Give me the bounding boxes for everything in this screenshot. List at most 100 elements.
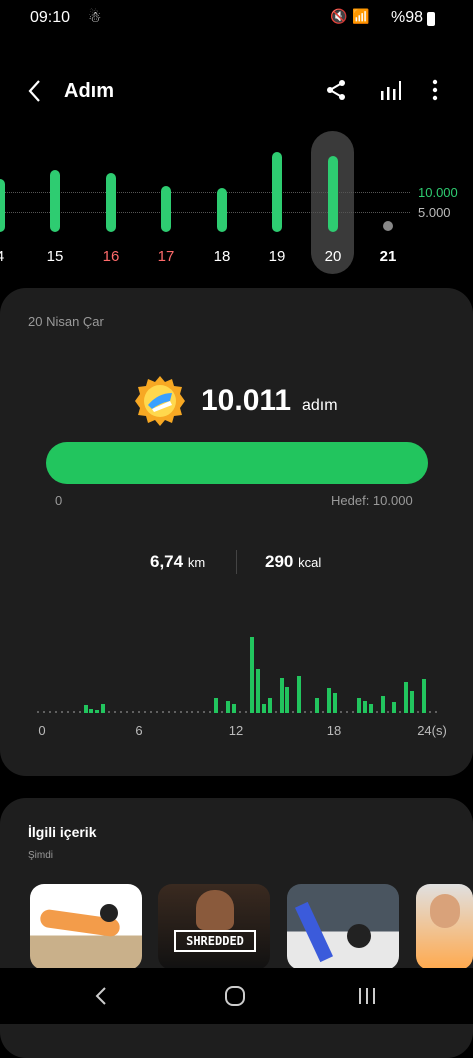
day-step-bar[interactable] xyxy=(106,173,116,232)
hour-empty-dot xyxy=(322,711,324,713)
hour-axis-label: 24(s) xyxy=(417,723,447,738)
day-step-bar[interactable] xyxy=(328,156,338,232)
athlete-figure xyxy=(196,890,234,930)
hour-empty-dot xyxy=(352,711,354,713)
battery-percent: %98 xyxy=(390,9,423,26)
distance-unit: km xyxy=(187,555,206,570)
hour-empty-dot xyxy=(186,711,188,713)
day-label[interactable]: 20 xyxy=(313,248,353,265)
hour-step-bar xyxy=(369,704,373,713)
hour-step-bar xyxy=(101,704,105,713)
distance-stat: 6,74 km xyxy=(150,552,205,572)
day-label[interactable]: 15 xyxy=(35,248,75,265)
hour-step-bar xyxy=(363,701,367,713)
yoga-workout-thumbnail[interactable] xyxy=(287,884,399,970)
day-step-bar[interactable] xyxy=(50,170,60,232)
hour-empty-dot xyxy=(310,711,312,713)
hour-step-bar xyxy=(333,693,337,713)
hour-step-bar xyxy=(268,698,272,713)
hour-step-bar xyxy=(297,676,301,713)
hour-empty-dot xyxy=(43,711,45,713)
hour-empty-dot xyxy=(292,711,294,713)
nav-recents-icon[interactable] xyxy=(357,987,377,1005)
stat-divider xyxy=(236,550,237,574)
distance-value: 6,74 xyxy=(150,552,184,571)
hour-empty-dot xyxy=(37,711,39,713)
day-label[interactable]: 21 xyxy=(368,248,408,265)
hour-empty-dot xyxy=(417,711,419,713)
status-time: 09:10 xyxy=(30,9,71,26)
day-label[interactable]: 4 xyxy=(0,248,20,265)
hour-step-bar xyxy=(422,679,426,713)
hour-empty-dot xyxy=(114,711,116,713)
status-bar: 09:10 ☃ 🔇 📶 %98 xyxy=(0,0,473,36)
day-label[interactable]: 19 xyxy=(257,248,297,265)
mute-icon: 🔇 xyxy=(330,8,348,24)
hour-empty-dot xyxy=(346,711,348,713)
hour-empty-dot xyxy=(126,711,128,713)
related-subtitle: Şimdi xyxy=(28,850,54,861)
shredded-workout-thumbnail[interactable]: SHREDDED xyxy=(158,884,270,970)
hour-empty-dot xyxy=(55,711,57,713)
goal-line-10000 xyxy=(0,192,410,193)
goal-badge-icon xyxy=(135,376,185,426)
day-step-bar[interactable] xyxy=(0,179,5,232)
plank-workout-thumbnail[interactable] xyxy=(30,884,142,970)
nav-home-icon[interactable] xyxy=(224,985,246,1007)
hour-empty-dot xyxy=(221,711,223,713)
hour-step-bar xyxy=(84,705,88,713)
shredded-label: SHREDDED xyxy=(174,930,256,952)
plank-head xyxy=(100,904,118,922)
hour-step-bar xyxy=(214,698,218,713)
nav-back-icon[interactable] xyxy=(94,987,108,1005)
progress-fill xyxy=(46,442,428,484)
more-options-icon[interactable] xyxy=(431,79,439,101)
hour-empty-dot xyxy=(275,711,277,713)
hour-step-bar xyxy=(357,698,361,713)
day-label[interactable]: 17 xyxy=(146,248,186,265)
hour-step-bar xyxy=(89,709,93,713)
trainer-face xyxy=(430,894,460,928)
hour-step-bar xyxy=(256,669,260,713)
hour-empty-dot xyxy=(387,711,389,713)
progress-target-label: Hedef: 10.000 xyxy=(331,493,413,508)
hour-empty-dot xyxy=(156,711,158,713)
hour-empty-dot xyxy=(162,711,164,713)
steps-unit: adım xyxy=(302,397,338,414)
day-label[interactable]: 18 xyxy=(202,248,242,265)
calories-value: 290 xyxy=(265,552,294,571)
hour-step-bar xyxy=(285,687,289,713)
day-step-bar[interactable] xyxy=(161,186,171,232)
hour-axis-label: 6 xyxy=(135,723,143,738)
hour-step-bar xyxy=(392,702,396,713)
hour-empty-dot xyxy=(203,711,205,713)
hour-empty-dot xyxy=(67,711,69,713)
wifi-icon: 📶 xyxy=(352,8,370,24)
hour-empty-dot xyxy=(340,711,342,713)
back-arrow-icon[interactable] xyxy=(26,79,44,103)
notification-icon: ☃ xyxy=(88,9,102,26)
hour-empty-dot xyxy=(174,711,176,713)
day-step-bar[interactable] xyxy=(272,152,282,232)
hour-empty-dot xyxy=(61,711,63,713)
day-label[interactable]: 16 xyxy=(91,248,131,265)
hour-empty-dot xyxy=(49,711,51,713)
hour-empty-dot xyxy=(138,711,140,713)
goal-line-5000 xyxy=(0,212,410,213)
yoga-figure-body xyxy=(347,924,371,948)
hour-empty-dot xyxy=(209,711,211,713)
goal-label-5000: 5.000 xyxy=(418,205,451,220)
hour-empty-dot xyxy=(150,711,152,713)
hour-empty-dot xyxy=(191,711,193,713)
hour-empty-dot xyxy=(120,711,122,713)
hour-step-bar xyxy=(250,637,254,713)
hour-step-bar xyxy=(280,678,284,713)
share-icon[interactable] xyxy=(325,79,347,101)
hour-empty-dot xyxy=(435,711,437,713)
hour-empty-dot xyxy=(108,711,110,713)
trainer-thumbnail[interactable] xyxy=(416,884,473,970)
chart-icon[interactable] xyxy=(379,79,401,101)
page-title: Adım xyxy=(64,80,114,102)
hour-step-bar xyxy=(315,698,319,713)
day-step-bar[interactable] xyxy=(217,188,227,232)
